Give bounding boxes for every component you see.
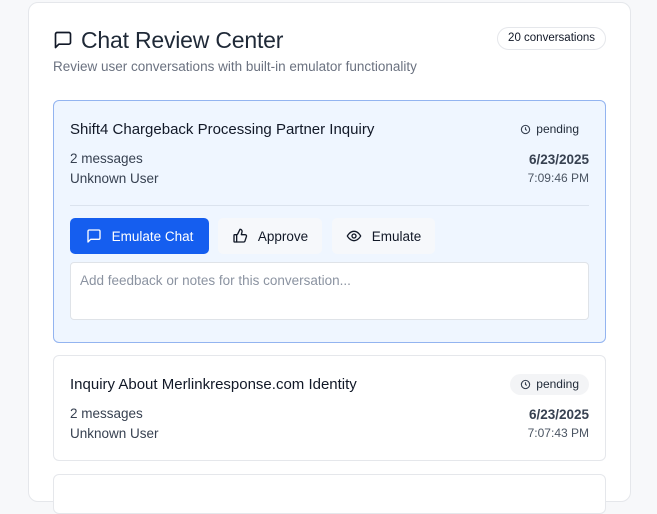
- conversation-title: Inquiry About Merlinkresponse.com Identi…: [70, 376, 357, 393]
- conversation-title: Shift4 Chargeback Processing Partner Inq…: [70, 121, 375, 138]
- feedback-input[interactable]: [70, 262, 589, 320]
- conversation-card[interactable]: Shift4 Chargeback Processing Partner Inq…: [53, 100, 606, 343]
- approve-label: Approve: [257, 228, 309, 244]
- chat-review-panel: Chat Review Center 20 conversations Revi…: [28, 2, 631, 514]
- header: Chat Review Center 20 conversations: [53, 27, 606, 57]
- status-badge: pending: [510, 119, 589, 140]
- eye-icon: [346, 230, 362, 242]
- approve-button[interactable]: Approve: [218, 218, 322, 254]
- divider: [70, 205, 589, 206]
- conversation-time: 7:09:46 PM: [527, 171, 589, 185]
- message-count: 2 messages: [70, 151, 143, 166]
- conversation-meta: 2 messages Unknown User: [70, 149, 159, 189]
- user-name: Unknown User: [70, 171, 159, 186]
- thumbs-up-icon: [233, 228, 248, 243]
- emulate-label: Emulate: [371, 228, 422, 244]
- status-label: pending: [536, 122, 579, 136]
- emulate-chat-button[interactable]: Emulate Chat: [70, 218, 209, 254]
- page-subtitle: Review user conversations with built-in …: [53, 59, 417, 74]
- emulate-button[interactable]: Emulate: [332, 218, 435, 254]
- message-square-icon: [53, 30, 73, 50]
- conversation-card[interactable]: Inquiry About Merlinkresponse.com Identi…: [53, 355, 606, 461]
- user-name: Unknown User: [70, 426, 159, 441]
- conversation-count-badge: 20 conversations: [497, 27, 606, 50]
- conversation-card[interactable]: [53, 474, 606, 514]
- status-badge: pending: [510, 374, 589, 395]
- conversation-timestamp: 6/23/2025 7:09:46 PM: [528, 151, 589, 187]
- message-square-icon: [86, 229, 101, 243]
- conversation-timestamp: 6/23/2025 7:07:43 PM: [528, 406, 589, 442]
- conversation-meta: 2 messages Unknown User: [70, 404, 159, 444]
- clock-icon: [521, 124, 531, 135]
- status-label: pending: [536, 377, 579, 391]
- conversation-date: 6/23/2025: [528, 407, 589, 422]
- emulate-chat-label: Emulate Chat: [111, 228, 194, 244]
- page-title: Chat Review Center: [81, 27, 284, 53]
- conversation-time: 7:07:43 PM: [527, 426, 589, 440]
- message-count: 2 messages: [70, 406, 143, 421]
- clock-icon: [521, 379, 531, 390]
- conversation-date: 6/23/2025: [528, 152, 589, 167]
